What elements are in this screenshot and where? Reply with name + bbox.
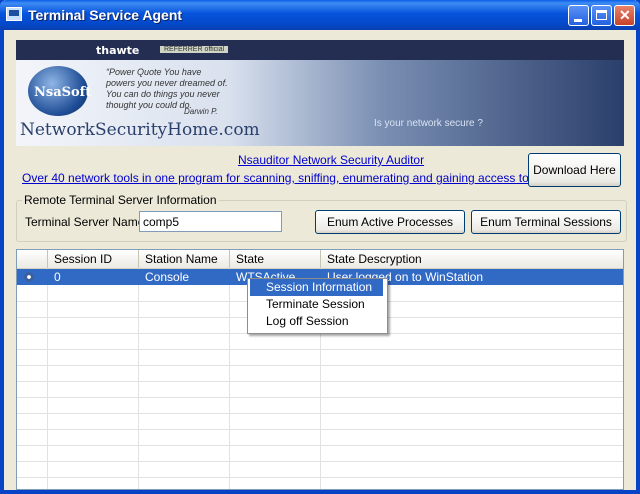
cell-station-name: Console <box>145 270 190 284</box>
grid-line <box>17 429 623 430</box>
column-header-icon[interactable] <box>17 250 48 268</box>
cell-session-id: 0 <box>54 270 61 284</box>
app-monitor-icon[interactable] <box>6 7 22 21</box>
context-menu: Session Information Terminate Session Lo… <box>247 278 388 334</box>
quote-line: thought you could do. <box>106 100 193 110</box>
server-name-label: Terminal Server Name: <box>25 215 148 229</box>
list-header: Session ID Station Name State State Desc… <box>17 250 623 269</box>
banner-tagline: Is your network secure ? <box>374 118 483 129</box>
quote-line: You can do things you never <box>106 89 220 99</box>
quote-line: “Power Quote You have <box>106 67 202 77</box>
grid-line <box>17 365 623 366</box>
session-gear-icon <box>23 271 35 283</box>
ad-banner[interactable]: thawte REFERRER official NsaSoft “Power … <box>16 40 624 146</box>
column-header-state-description[interactable]: State Descryption <box>321 250 623 268</box>
column-header-session-id[interactable]: Session ID <box>48 250 139 268</box>
nsasoft-logo-text: NsaSoft <box>34 85 92 100</box>
thawte-logo: thawte <box>96 44 140 57</box>
column-header-state[interactable]: State <box>230 250 321 268</box>
menu-item-log-off-session[interactable]: Log off Session <box>250 313 383 330</box>
download-here-button[interactable]: Download Here <box>528 153 621 187</box>
thawte-badge: REFERRER official <box>160 46 229 53</box>
grid-line <box>17 397 623 398</box>
server-name-input[interactable] <box>139 211 282 232</box>
grid-line <box>17 477 623 478</box>
menu-item-terminate-session[interactable]: Terminate Session <box>250 296 383 313</box>
grid-line <box>17 461 623 462</box>
menu-item-session-information[interactable]: Session Information <box>250 279 383 296</box>
grid-line <box>17 413 623 414</box>
enum-terminal-sessions-button[interactable]: Enum Terminal Sessions <box>471 210 621 234</box>
nsauditor-description-link[interactable]: Over 40 network tools in one program for… <box>22 171 587 185</box>
grid-line <box>17 445 623 446</box>
maximize-button[interactable] <box>591 5 612 26</box>
grid-line <box>17 381 623 382</box>
quote-line: powers you never dreamed of. <box>106 78 228 88</box>
title-bar[interactable]: Terminal Service Agent <box>0 0 640 30</box>
close-button[interactable] <box>614 5 635 26</box>
enum-active-processes-button[interactable]: Enum Active Processes <box>315 210 465 234</box>
window-title: Terminal Service Agent <box>28 7 183 23</box>
quote-author: Darwin P. <box>184 107 218 116</box>
column-header-station-name[interactable]: Station Name <box>139 250 230 268</box>
group-label: Remote Terminal Server Information <box>22 193 219 207</box>
site-name: NetworkSecurityHome.com <box>20 120 260 140</box>
minimize-button[interactable] <box>568 5 589 26</box>
grid-line <box>17 349 623 350</box>
nsauditor-link[interactable]: Nsauditor Network Security Auditor <box>238 153 424 167</box>
banner-quote: “Power Quote You have powers you never d… <box>106 67 256 111</box>
